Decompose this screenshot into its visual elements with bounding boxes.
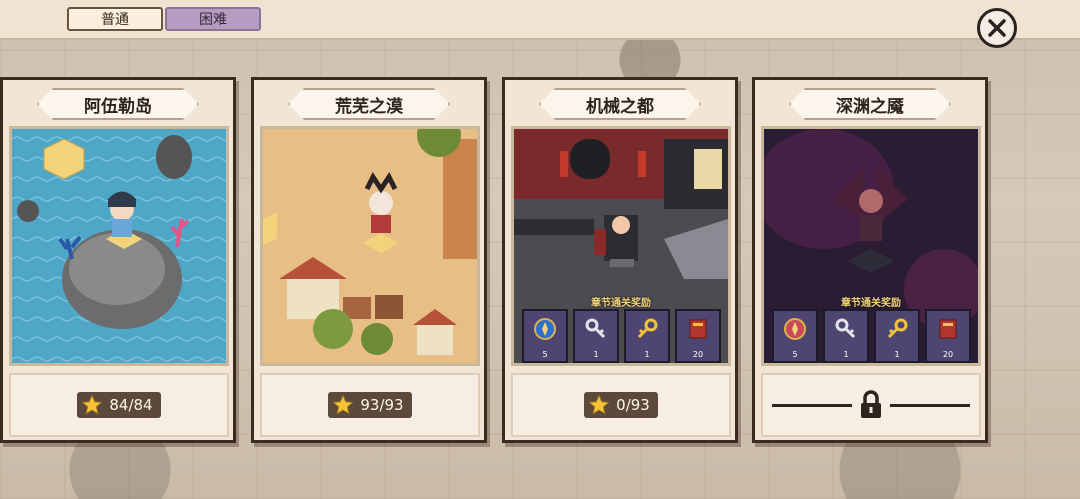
reward-silver-key[interactable]: 1 — [823, 309, 869, 363]
progress-panel: 0/93 — [511, 373, 731, 437]
locked-panel — [761, 373, 981, 437]
star-count: 0/93 — [616, 396, 650, 414]
reward-count: 1 — [894, 350, 900, 359]
chapter-title: 阿伍勒岛 — [37, 88, 199, 120]
chapter-card-3[interactable]: 机械之都 章节通关奖励 5 1 1 20 0/93 — [502, 77, 738, 443]
chapter-rewards-label: 章节通关奖励 — [841, 298, 901, 309]
reward-count: 20 — [692, 350, 704, 359]
reward-book[interactable]: 20 — [925, 309, 971, 363]
star-progress-badge: 0/93 — [584, 392, 658, 418]
compass-icon — [534, 318, 556, 340]
chapter-rewards: 5 1 1 20 — [522, 309, 726, 363]
close-icon — [988, 19, 1006, 37]
book-icon — [939, 319, 957, 339]
lock-indicator — [772, 390, 970, 420]
reward-book[interactable]: 20 — [675, 309, 721, 363]
star-count: 93/93 — [360, 396, 404, 414]
chapter-card-1[interactable]: 阿伍勒岛 84/84 — [0, 77, 236, 443]
progress-panel: 93/93 — [260, 373, 480, 437]
close-button[interactable] — [977, 8, 1017, 48]
chapter-scene-island — [9, 126, 229, 366]
chapter-title: 荒芜之漠 — [288, 88, 450, 120]
gold-key-icon — [637, 318, 658, 339]
star-icon — [588, 394, 610, 415]
silver-key-icon — [585, 318, 606, 339]
chapter-rewards: 5 1 1 20 — [772, 309, 976, 363]
top-bar: 普通 困难 — [0, 0, 1080, 40]
reward-count: 1 — [843, 350, 849, 359]
reward-count: 1 — [593, 350, 599, 359]
progress-panel: 84/84 — [9, 373, 229, 437]
gold-key-icon — [887, 318, 908, 339]
chapter-scene-desert — [260, 126, 480, 366]
reward-gold-key[interactable]: 1 — [624, 309, 670, 363]
reward-compass[interactable]: 5 — [522, 309, 568, 363]
star-icon — [82, 394, 103, 415]
reward-count: 5 — [792, 350, 798, 359]
chapter-rewards-label: 章节通关奖励 — [591, 298, 651, 309]
reward-count: 20 — [942, 350, 954, 359]
chapter-title: 机械之都 — [539, 88, 701, 120]
star-icon — [333, 394, 354, 415]
silver-key-icon — [835, 318, 856, 339]
reward-gold-key[interactable]: 1 — [874, 309, 920, 363]
reward-count: 5 — [542, 350, 548, 359]
divider — [890, 403, 970, 407]
tab-hard[interactable]: 困难 — [165, 7, 261, 31]
book-icon — [689, 319, 707, 339]
reward-silver-key[interactable]: 1 — [573, 309, 619, 363]
lock-icon — [861, 390, 881, 418]
star-count: 84/84 — [109, 396, 153, 414]
divider — [772, 403, 852, 407]
reward-count: 1 — [644, 350, 650, 359]
tab-normal[interactable]: 普通 — [67, 7, 163, 31]
compass-icon — [784, 318, 806, 340]
chapter-card-2[interactable]: 荒芜之漠 93/93 — [251, 77, 487, 443]
chapter-title: 深渊之魇 — [789, 88, 951, 120]
star-progress-badge: 93/93 — [328, 392, 412, 418]
chapter-card-4[interactable]: 深渊之魇 章节通关奖励 5 1 1 20 — [752, 77, 988, 443]
star-progress-badge: 84/84 — [77, 392, 161, 418]
reward-compass[interactable]: 5 — [772, 309, 818, 363]
chapter-scene-abyss: 章节通关奖励 5 1 1 20 — [761, 126, 981, 366]
chapter-scene-machine-city: 章节通关奖励 5 1 1 20 — [511, 126, 731, 366]
